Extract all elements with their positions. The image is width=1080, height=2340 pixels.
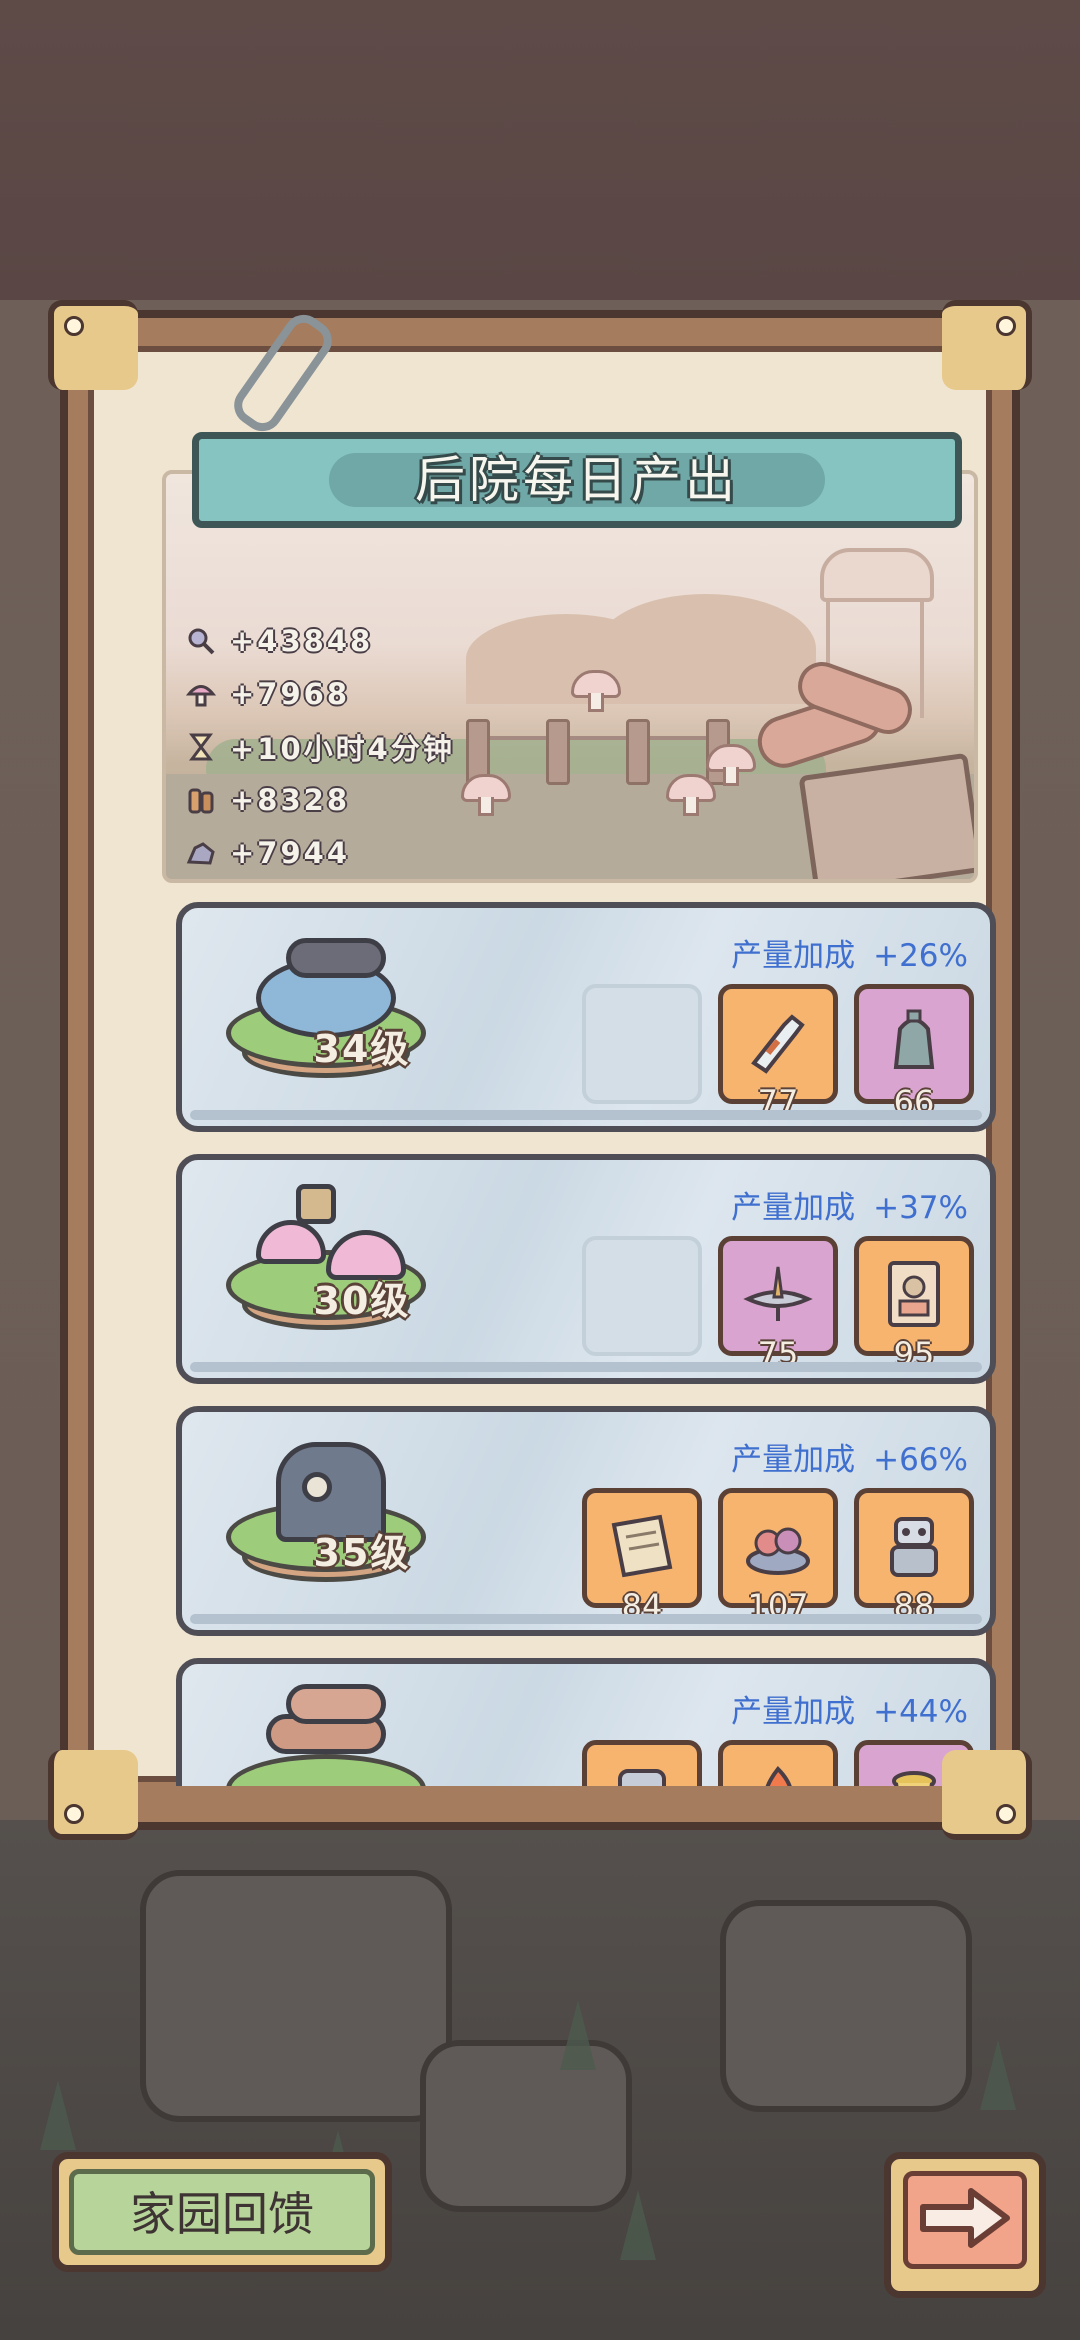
flame-icon	[723, 1759, 833, 1786]
frame-corner	[48, 1750, 138, 1840]
wood-icon	[186, 785, 216, 815]
item-slot[interactable]: 75	[718, 1236, 838, 1373]
stat-value: +7944	[230, 835, 351, 870]
bonus-label: 产量加成	[731, 1442, 856, 1478]
stat-value: +43848	[230, 623, 374, 658]
stone-icon	[587, 1759, 697, 1786]
bonus-label: 产量加成	[731, 1190, 856, 1226]
item-slot[interactable]	[718, 1740, 838, 1786]
backyard-scene: +43848 +7968 +10小时4分钟 +8328 +7944	[162, 470, 978, 883]
building-card-machine[interactable]: 35级 产量加成 +66% 84 107 88	[176, 1406, 996, 1636]
frame-corner	[48, 300, 138, 390]
building-level: 30级	[313, 1279, 411, 1323]
title-banner: 后院每日产出	[192, 432, 962, 528]
item-slot-empty[interactable]	[582, 984, 702, 1104]
production-bonus: 产量加成 +44%	[731, 1686, 968, 1731]
item-count: 88	[893, 1587, 935, 1625]
stat-value: +10小时4分钟	[230, 731, 455, 766]
arrow-right-icon	[915, 2183, 1015, 2257]
bonus-value: +44%	[873, 1694, 968, 1730]
production-bonus: 产量加成 +37%	[731, 1182, 968, 1227]
background-rock	[140, 1870, 452, 2122]
stat-row-magnifier: +43848	[186, 614, 455, 667]
item-count: 66	[893, 1083, 935, 1121]
item-slot[interactable]: 77	[718, 984, 838, 1121]
production-bonus: 产量加成 +26%	[731, 930, 968, 975]
item-slot[interactable]: 88	[854, 1488, 974, 1625]
building-card-pond[interactable]: 34级 产量加成 +26% 77 66	[176, 902, 996, 1132]
stat-row-wood: +8328	[186, 773, 455, 826]
item-slot[interactable]	[582, 1740, 702, 1786]
building-level: 35级	[313, 1531, 411, 1575]
item-count: 77	[757, 1083, 799, 1121]
board-panel: +43848 +7968 +10小时4分钟 +8328 +7944 后院每日产出…	[88, 346, 996, 1786]
production-bonus: 产量加成 +66%	[731, 1434, 968, 1479]
building-level: 34级	[313, 1027, 411, 1071]
daily-output-stats: +43848 +7968 +10小时4分钟 +8328 +7944	[186, 614, 455, 879]
background-rock	[720, 1900, 972, 2112]
hourglass-icon	[186, 732, 216, 762]
building-card-lumber[interactable]: 产量加成 +44%	[176, 1658, 996, 1786]
home-feedback-label: 家园回馈	[69, 2169, 375, 2255]
bonus-value: +37%	[873, 1190, 968, 1226]
daily-output-board: +43848 +7968 +10小时4分钟 +8328 +7944 后院每日产出…	[48, 300, 1032, 1840]
building-list[interactable]: 34级 产量加成 +26% 77 66 30级 产量加成 +37% 75 95 …	[176, 902, 996, 1786]
stat-row-mushroom: +7968	[186, 667, 455, 720]
frame-corner	[942, 300, 1032, 390]
stat-value: +8328	[230, 782, 351, 817]
background-rock	[420, 2040, 632, 2212]
item-count: 75	[757, 1335, 799, 1373]
item-slot[interactable]: 107	[718, 1488, 838, 1625]
ore-icon	[186, 838, 216, 868]
item-slot-empty[interactable]	[582, 1236, 702, 1356]
bonus-value: +66%	[873, 1442, 968, 1478]
building-card-mushroom[interactable]: 30级 产量加成 +37% 75 95	[176, 1154, 996, 1384]
frame-corner	[942, 1750, 1032, 1840]
bonus-value: +26%	[873, 938, 968, 974]
item-slot[interactable]: 84	[582, 1488, 702, 1625]
lumber-island-illustration	[226, 1684, 426, 1786]
stat-row-time: +10小时4分钟	[186, 720, 455, 773]
mushroom-icon	[186, 679, 216, 709]
ore-crate-illustration	[798, 752, 974, 879]
page-title: 后院每日产出	[415, 451, 739, 509]
item-slot[interactable]: 95	[854, 1236, 974, 1373]
item-count: 95	[893, 1335, 935, 1373]
magnifier-icon	[186, 626, 216, 656]
next-button[interactable]	[884, 2152, 1046, 2298]
item-slot[interactable]: 66	[854, 984, 974, 1121]
bonus-label: 产量加成	[731, 1694, 856, 1730]
home-feedback-button[interactable]: 家园回馈	[52, 2152, 392, 2272]
stat-value: +7968	[230, 676, 351, 711]
stat-row-ore: +7944	[186, 826, 455, 879]
bonus-label: 产量加成	[731, 938, 856, 974]
item-count: 107	[747, 1587, 809, 1625]
item-count: 84	[621, 1587, 663, 1625]
